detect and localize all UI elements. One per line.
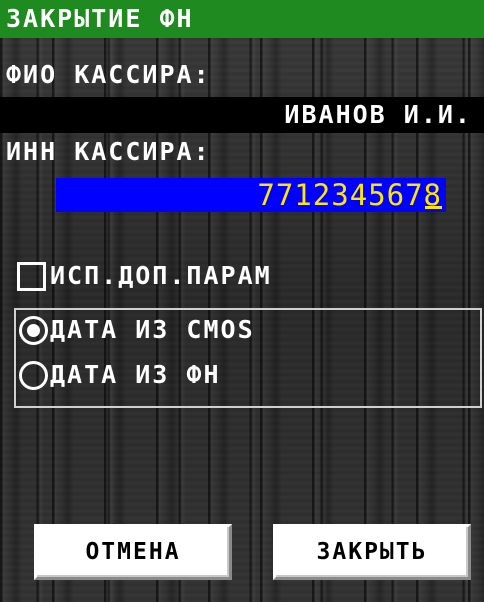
- page-title: ЗАКРЫТИЕ ФН: [6, 4, 194, 33]
- text-cursor: [425, 206, 442, 209]
- date-cmos-label: ДАТА ИЗ CMOS: [50, 315, 255, 344]
- cashier-name-field[interactable]: ИВАНОВ И.И.: [0, 97, 484, 133]
- cashier-inn-input[interactable]: 7712345678: [56, 178, 446, 212]
- date-fn-radio[interactable]: [19, 361, 48, 390]
- title-bar: ЗАКРЫТИЕ ФН: [0, 0, 484, 38]
- date-cmos-radio[interactable]: [19, 316, 48, 345]
- close-fn-button[interactable]: ЗАКРЫТЬ: [273, 524, 471, 580]
- extra-params-label: ИСП.ДОП.ПАРАМ: [50, 261, 272, 290]
- cashier-inn-value: 7712345678: [257, 178, 442, 212]
- date-fn-label: ДАТА ИЗ ФН: [50, 360, 221, 389]
- extra-params-checkbox[interactable]: [17, 262, 46, 291]
- cashier-inn-label: ИНН КАССИРА:: [6, 137, 211, 166]
- radio-selected-dot: [27, 324, 40, 337]
- cashier-name-value: ИВАНОВ И.И.: [284, 100, 472, 129]
- cancel-button[interactable]: ОТМЕНА: [34, 524, 232, 580]
- cashier-name-label: ФИО КАССИРА:: [6, 60, 211, 89]
